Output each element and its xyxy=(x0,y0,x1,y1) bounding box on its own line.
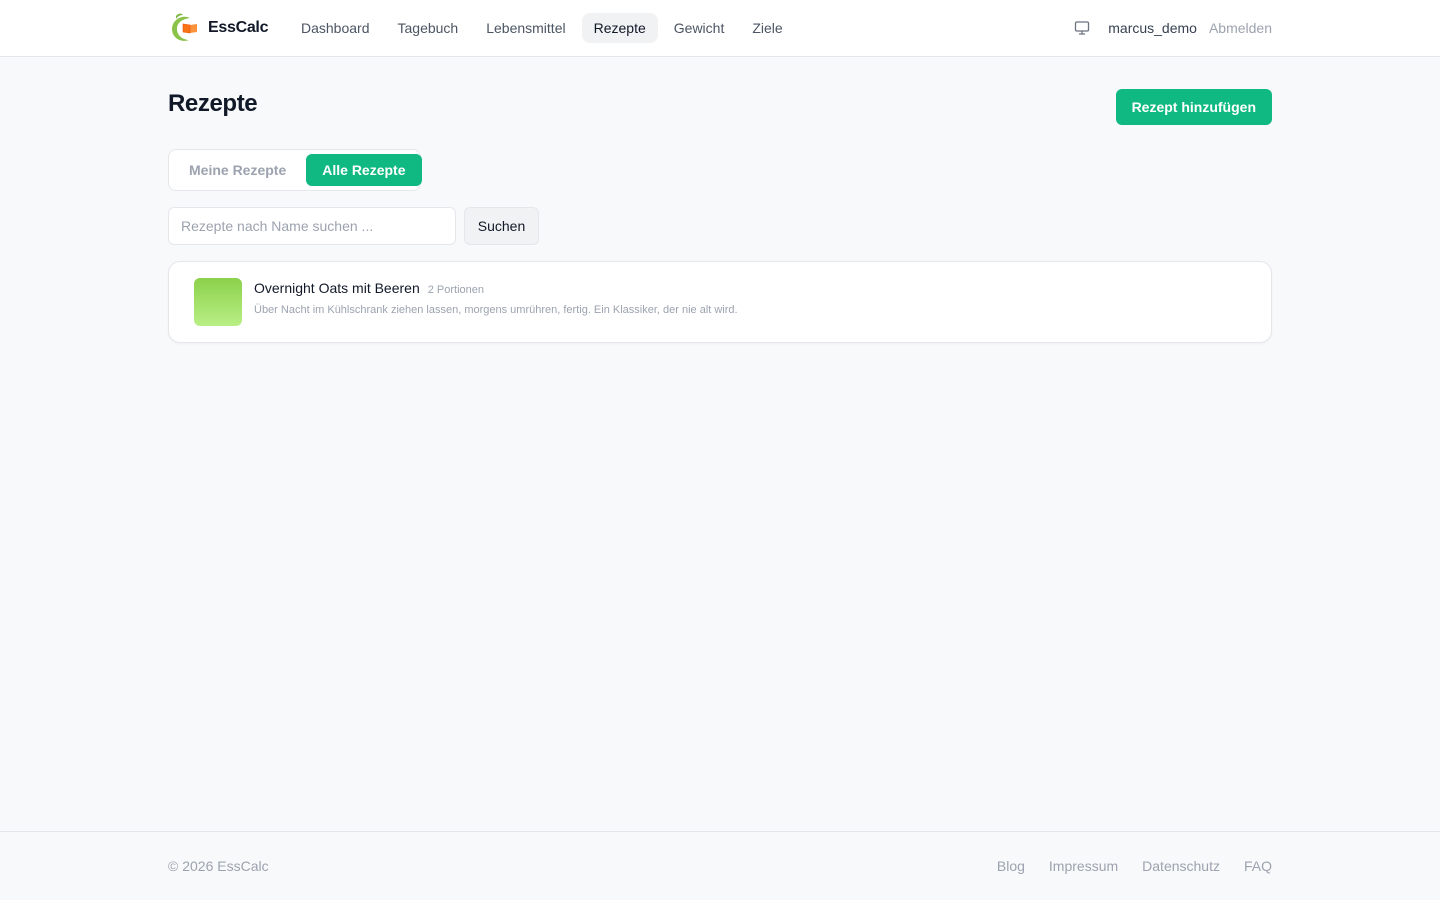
nav-item-dashboard[interactable]: Dashboard xyxy=(289,13,382,43)
page-title: Rezepte xyxy=(168,90,258,117)
recipe-card[interactable]: Overnight Oats mit Beeren 2 Portionen Üb… xyxy=(168,261,1272,343)
user-area: marcus_demo Abmelden xyxy=(1074,12,1272,44)
footer-link-datenschutz[interactable]: Datenschutz xyxy=(1142,858,1220,874)
recipe-portions: 2 Portionen xyxy=(427,284,485,296)
footer-links: Blog Impressum Datenschutz FAQ xyxy=(997,858,1272,874)
logout-link[interactable]: Abmelden xyxy=(1209,20,1272,36)
essCalc-logo-icon xyxy=(172,13,197,41)
add-recipe-button[interactable]: Rezept hinzufügen xyxy=(1115,89,1272,125)
top-navigation-bar: EssCalc Dashboard Tagebuch Lebensmittel … xyxy=(0,0,1440,57)
main-nav: Dashboard Tagebuch Lebensmittel Rezepte … xyxy=(289,12,799,44)
tab-my-recipes[interactable]: Meine Rezepte xyxy=(173,154,302,186)
recipe-thumbnail xyxy=(194,278,242,326)
monitor-icon[interactable] xyxy=(1074,20,1090,36)
nav-item-lebensmittel[interactable]: Lebensmittel xyxy=(474,13,577,43)
recipe-name: Overnight Oats mit Beeren xyxy=(254,280,420,296)
recipe-search-input[interactable] xyxy=(168,207,456,245)
nav-item-rezepte[interactable]: Rezepte xyxy=(581,13,658,43)
nav-item-ziele[interactable]: Ziele xyxy=(740,13,794,43)
username: marcus_demo xyxy=(1108,20,1197,36)
footer-link-blog[interactable]: Blog xyxy=(997,858,1025,874)
recipe-title-row: Overnight Oats mit Beeren 2 Portionen xyxy=(254,280,484,296)
nav-item-gewicht[interactable]: Gewicht xyxy=(662,13,737,43)
recipe-filter-tabs: Meine Rezepte Alle Rezepte xyxy=(168,149,422,191)
footer-link-impressum[interactable]: Impressum xyxy=(1049,858,1118,874)
page-footer: © 2026 EssCalc Blog Impressum Datenschut… xyxy=(0,831,1440,900)
copyright: © 2026 EssCalc xyxy=(168,858,269,874)
recipe-description: Über Nacht im Kühlschrank ziehen lassen,… xyxy=(254,304,738,316)
search-button[interactable]: Suchen xyxy=(464,207,539,245)
nav-item-tagebuch[interactable]: Tagebuch xyxy=(386,13,471,43)
tab-all-recipes[interactable]: Alle Rezepte xyxy=(306,154,422,186)
brand-name: EssCalc xyxy=(208,19,269,36)
footer-link-faq[interactable]: FAQ xyxy=(1244,858,1272,874)
brand-home-link[interactable]: EssCalc xyxy=(168,12,268,44)
